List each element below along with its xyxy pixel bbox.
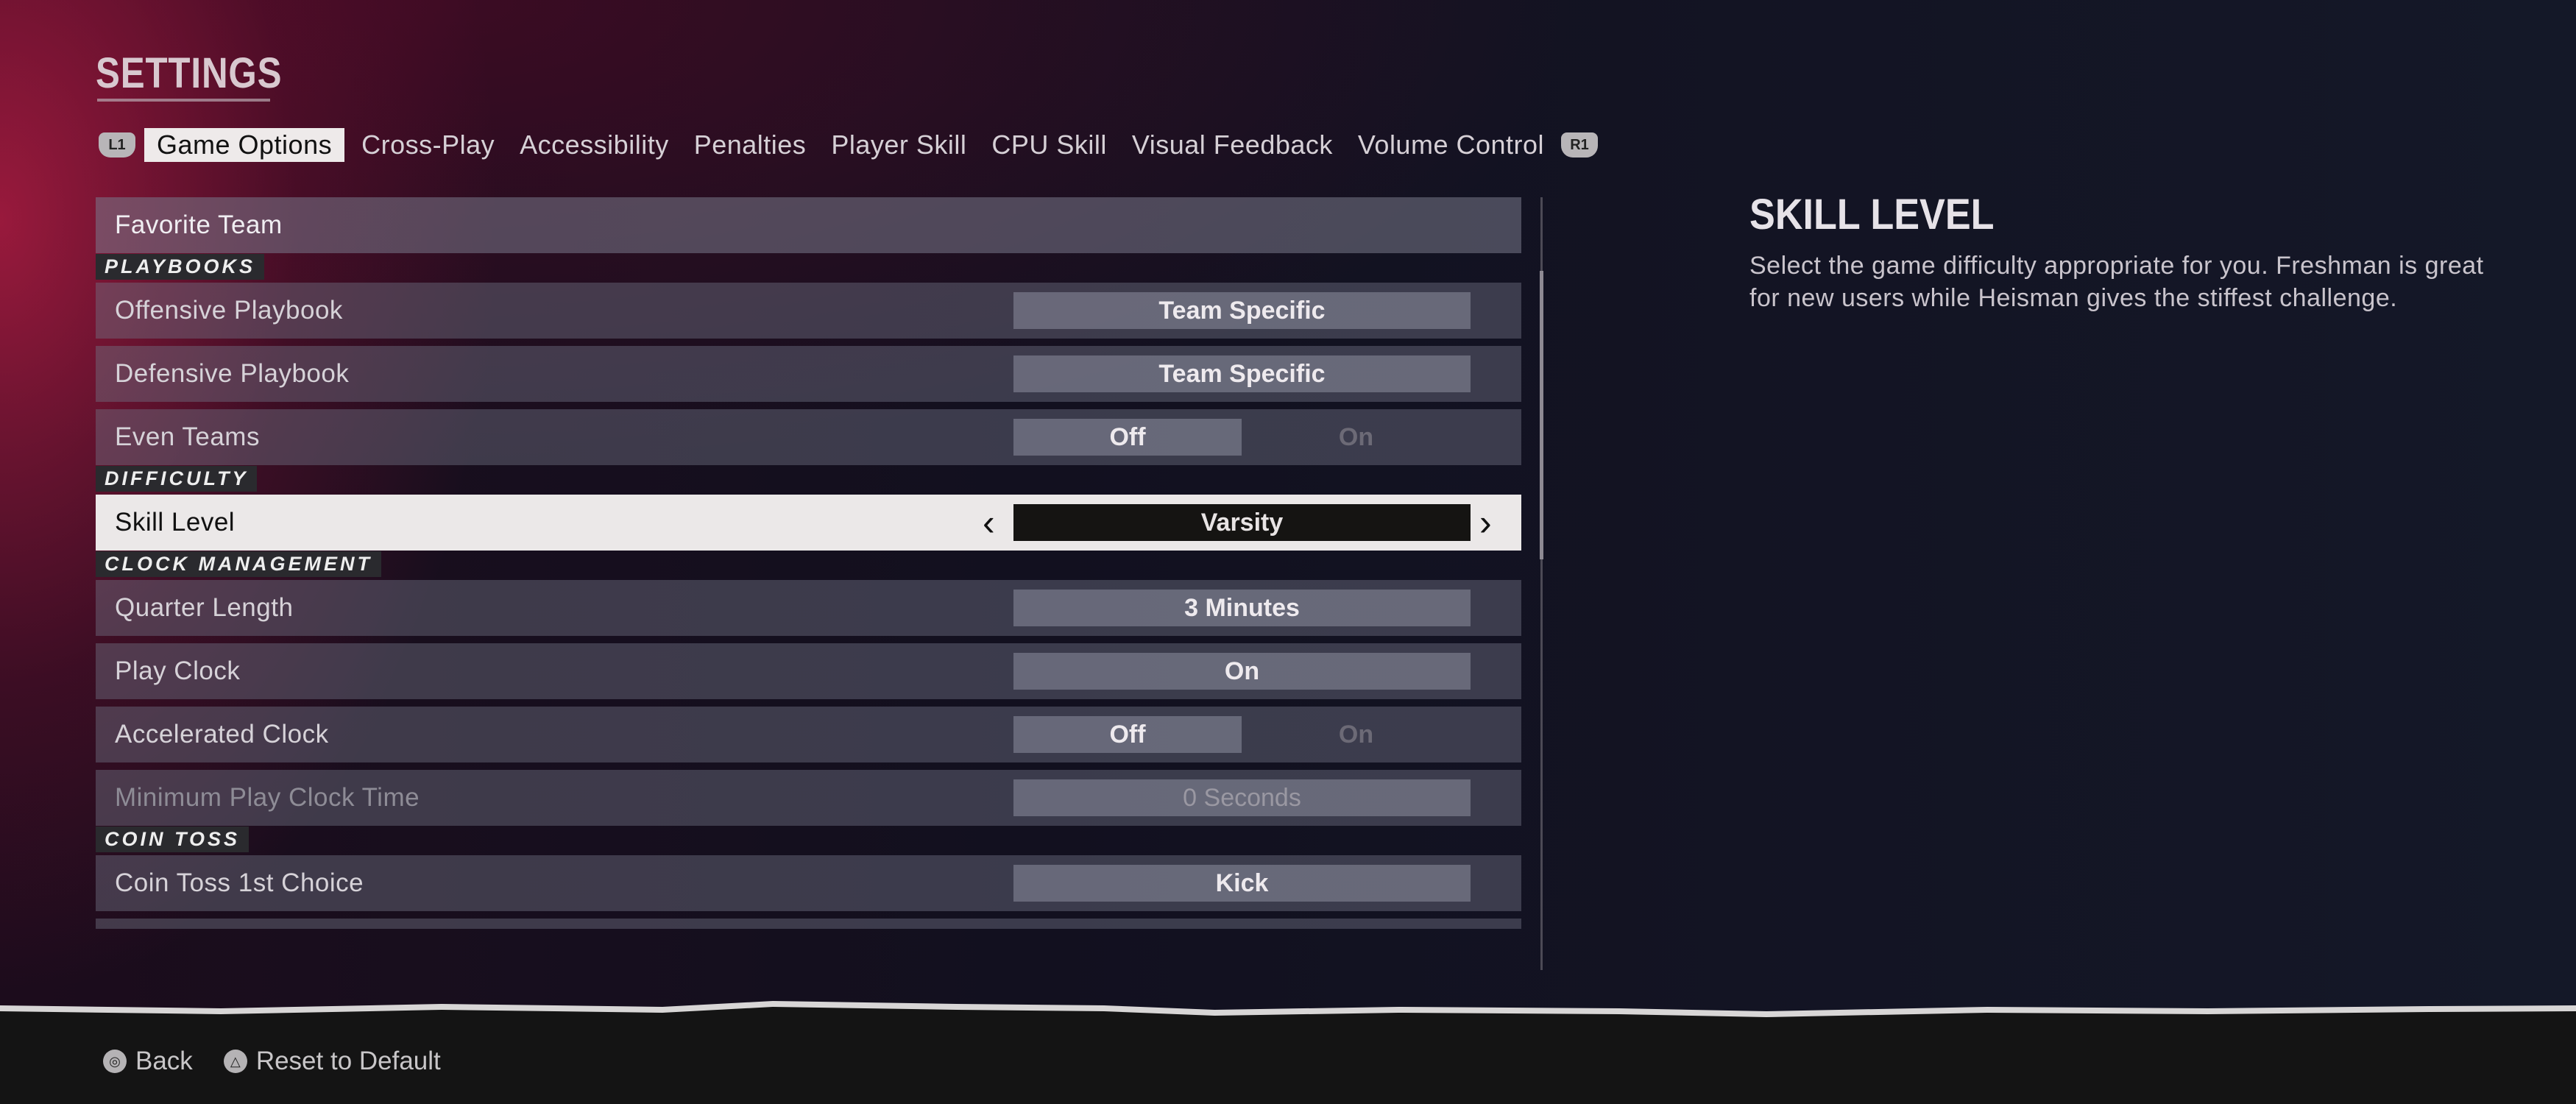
setting-label: Coin Toss 1st Choice xyxy=(115,868,364,897)
title-underline xyxy=(97,99,270,102)
section-label: COIN TOSS xyxy=(96,826,250,852)
tab-game-options[interactable]: Game Options xyxy=(144,128,345,162)
setting-value[interactable]: On xyxy=(1013,653,1471,690)
toggle-off-option[interactable]: Off xyxy=(1013,716,1242,753)
setting-value: 0 Seconds xyxy=(1013,779,1471,816)
toggle-on-option[interactable]: On xyxy=(1242,419,1471,456)
toggle-on-option[interactable]: On xyxy=(1242,716,1471,753)
section-header: CLOCK MANAGEMENT xyxy=(96,551,1521,577)
hint-reset-to-default[interactable]: △ Reset to Default xyxy=(223,1047,441,1076)
page-title: SETTINGS xyxy=(96,49,283,97)
setting-row-skill-level[interactable]: Skill Level Varsity ‹ › xyxy=(96,495,1521,551)
hint-label: Reset to Default xyxy=(255,1047,441,1075)
help-panel: SKILL LEVEL Select the game difficulty a… xyxy=(1749,190,2500,314)
torn-paper-edge xyxy=(0,1001,2576,1022)
setting-label: Defensive Playbook xyxy=(115,359,350,388)
hint-label: Back xyxy=(135,1047,193,1075)
settings-list: Favorite Team PLAYBOOKS Offensive Playbook… xyxy=(96,197,1521,936)
section-label: DIFFICULTY xyxy=(96,465,258,492)
tab-penalties[interactable]: Penalties xyxy=(682,128,819,162)
setting-row-favorite-team[interactable]: Favorite Team xyxy=(96,197,1521,253)
tab-accessibility[interactable]: Accessibility xyxy=(507,128,682,162)
setting-value[interactable]: Team Specific xyxy=(1013,355,1471,392)
tab-visual-feedback[interactable]: Visual Feedback xyxy=(1119,128,1345,162)
setting-label: Quarter Length xyxy=(115,593,294,622)
setting-label: Accelerated Clock xyxy=(115,720,329,749)
setting-row-even-teams[interactable]: Even Teams Off On xyxy=(96,409,1521,465)
section-header: DIFFICULTY xyxy=(96,465,1521,492)
triangle-button-icon: △ xyxy=(223,1050,247,1073)
setting-row-offensive-playbook[interactable]: Offensive Playbook Team Specific xyxy=(96,283,1521,339)
help-description: Select the game difficulty appropriate f… xyxy=(1749,252,2484,312)
setting-row-more[interactable] xyxy=(96,919,1521,929)
setting-row-defensive-playbook[interactable]: Defensive Playbook Team Specific xyxy=(96,346,1521,402)
setting-label: Minimum Play Clock Time xyxy=(115,783,420,812)
setting-value[interactable]: Kick xyxy=(1013,865,1471,902)
tab-volume-control[interactable]: Volume Control xyxy=(1345,128,1557,162)
setting-label: Favorite Team xyxy=(115,210,283,239)
help-title: SKILL LEVEL xyxy=(1749,191,1995,238)
setting-value[interactable]: Team Specific xyxy=(1013,292,1471,329)
tab-cpu-skill[interactable]: CPU Skill xyxy=(979,128,1119,162)
section-label: CLOCK MANAGEMENT xyxy=(96,551,381,577)
section-label: PLAYBOOKS xyxy=(96,253,265,280)
tab-player-skill[interactable]: Player Skill xyxy=(818,128,979,162)
tab-bar: L1 Game Options Cross-Play Accessibility Pe… xyxy=(94,128,1602,162)
r1-bumper-icon[interactable]: R1 xyxy=(1561,132,1599,158)
scrollbar-thumb[interactable] xyxy=(1540,271,1543,559)
setting-row-minimum-play-clock-time: Minimum Play Clock Time 0 Seconds xyxy=(96,770,1521,826)
setting-row-accelerated-clock[interactable]: Accelerated Clock Off On xyxy=(96,707,1521,762)
section-header: COIN TOSS xyxy=(96,826,1521,852)
setting-value[interactable]: 3 Minutes xyxy=(1013,590,1471,626)
section-header: PLAYBOOKS xyxy=(96,253,1521,280)
setting-label: Play Clock xyxy=(115,657,241,685)
setting-row-coin-toss-1st-choice[interactable]: Coin Toss 1st Choice Kick xyxy=(96,855,1521,911)
setting-label: Skill Level xyxy=(115,508,236,537)
setting-label: Even Teams xyxy=(115,422,260,451)
setting-value[interactable]: Varsity xyxy=(1013,504,1471,541)
chevron-left-icon[interactable]: ‹ xyxy=(983,500,995,545)
chevron-right-icon[interactable]: › xyxy=(1479,500,1492,545)
setting-label: Offensive Playbook xyxy=(115,296,343,325)
tab-cross-play[interactable]: Cross-Play xyxy=(349,128,507,162)
hint-back[interactable]: ◎ Back xyxy=(103,1047,193,1076)
setting-row-quarter-length[interactable]: Quarter Length 3 Minutes xyxy=(96,580,1521,636)
setting-row-play-clock[interactable]: Play Clock On xyxy=(96,643,1521,699)
button-hints: ◎ Back △ Reset to Default xyxy=(103,1047,464,1076)
toggle-off-option[interactable]: Off xyxy=(1013,419,1242,456)
l1-bumper-icon[interactable]: L1 xyxy=(99,132,135,158)
circle-button-icon: ◎ xyxy=(103,1050,127,1073)
